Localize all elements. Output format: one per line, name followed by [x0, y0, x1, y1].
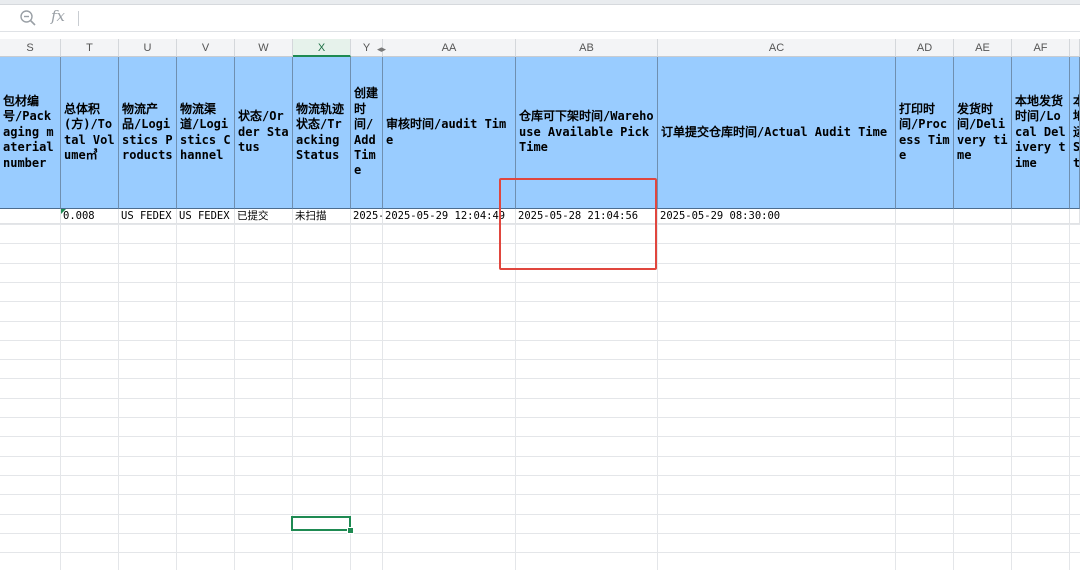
header-cell-text: 审核时间/audit Time: [386, 117, 507, 147]
column-header-ab[interactable]: AB: [516, 39, 658, 57]
header-cell[interactable]: 状态/Order Status: [235, 57, 293, 209]
header-cell-text: 打印时间/Process Time: [899, 101, 950, 162]
data-cell[interactable]: [954, 209, 1012, 224]
header-cell-text: 本地运/Sn t: [1073, 94, 1080, 170]
column-header-ac[interactable]: AC: [658, 39, 896, 57]
column-gridline: [234, 209, 235, 570]
column-gridline: [657, 209, 658, 570]
spreadsheet-grid[interactable]: S 包材编号/Packaging material number T 总体积(方)/T…: [0, 39, 1080, 570]
data-cell[interactable]: [1012, 209, 1070, 224]
column-header-af[interactable]: AF: [1012, 39, 1070, 57]
header-cell[interactable]: 物流轨迹状态/Tracking Status: [293, 57, 351, 209]
header-cell[interactable]: 审核时间/audit Time: [383, 57, 516, 209]
fill-handle[interactable]: [347, 527, 354, 534]
column-gridline: [953, 209, 954, 570]
header-cell[interactable]: 总体积(方)/Total Volume㎥: [61, 57, 119, 209]
header-cell-text: 物流渠道/Logistics Channel: [180, 101, 231, 162]
row-gridline: [0, 282, 1080, 283]
header-cell[interactable]: 发货时间/Delivery time: [954, 57, 1012, 209]
header-cell-text: 订单提交仓库时间/Actual Audit Time: [661, 124, 888, 139]
row-gridline: [0, 398, 1080, 399]
column-header-u[interactable]: U: [119, 39, 177, 57]
row-gridline: [0, 494, 1080, 495]
column-header-v[interactable]: V: [177, 39, 235, 57]
header-cell[interactable]: 打印时间/Process Time: [896, 57, 954, 209]
row-gridline: [0, 552, 1080, 553]
column-gridline: [382, 209, 383, 570]
data-cell[interactable]: 2025-05-29 12:04:49: [383, 209, 516, 224]
column-gridline: [1011, 209, 1012, 570]
data-cell[interactable]: 未扫描: [293, 209, 351, 224]
header-cell[interactable]: 本地运/Sn t: [1070, 57, 1080, 209]
header-cell[interactable]: 订单提交仓库时间/Actual Audit Time: [658, 57, 896, 209]
data-cell[interactable]: US FEDEX: [119, 209, 177, 224]
formula-bar: fx: [0, 5, 1080, 32]
column-header-w[interactable]: W: [235, 39, 293, 57]
row-gridline: [0, 301, 1080, 302]
header-cell-text: 物流轨迹状态/Tracking Status: [296, 101, 345, 162]
data-cell[interactable]: [896, 209, 954, 224]
column-header-aa[interactable]: AA: [383, 39, 516, 57]
column-gridline: [60, 209, 61, 570]
toolbar-gap: [0, 32, 1080, 39]
column-gridline: [895, 209, 896, 570]
row-gridline: [0, 475, 1080, 476]
header-cell-text: 物流产品/Logistics Products: [122, 101, 173, 162]
row-gridline: [0, 378, 1080, 379]
header-cell-text: 创建时间/Add Time: [354, 86, 379, 178]
data-cell[interactable]: [1070, 209, 1080, 224]
highlight-annotation-box: [499, 178, 657, 270]
data-cell[interactable]: 2025-05-29 08:30:00: [658, 209, 896, 224]
column-header-s[interactable]: S: [0, 39, 61, 57]
header-cell[interactable]: 本地发货时间/Local Delivery time: [1012, 57, 1070, 209]
column-header-next[interactable]: [1070, 39, 1080, 57]
header-cell[interactable]: 物流产品/Logistics Products: [119, 57, 177, 209]
header-cell[interactable]: 包材编号/Packaging material number: [0, 57, 61, 209]
data-cell[interactable]: [0, 209, 61, 224]
zoom-icon[interactable]: [19, 9, 37, 27]
header-cell-text: 总体积(方)/Total Volume㎥: [64, 101, 115, 162]
header-cell[interactable]: 物流渠道/Logistics Channel: [177, 57, 235, 209]
data-cell[interactable]: 已提交: [235, 209, 293, 224]
data-cell[interactable]: 2025-: [351, 209, 383, 224]
header-cell-text: 本地发货时间/Local Delivery time: [1015, 93, 1066, 170]
column-header-ad[interactable]: AD: [896, 39, 954, 57]
column-header-t[interactable]: T: [61, 39, 119, 57]
header-cell-text: 发货时间/Delivery time: [957, 101, 1008, 162]
row-gridline: [0, 436, 1080, 437]
formula-divider: [78, 11, 79, 26]
row-gridline: [0, 456, 1080, 457]
column-resize-handle[interactable]: ◂▸: [377, 45, 386, 55]
header-cell-text: 包材编号/Packaging material number: [3, 93, 54, 170]
row-gridline: [0, 340, 1080, 341]
row-gridline: [0, 514, 1080, 515]
column-header-x[interactable]: X: [293, 39, 351, 57]
row-gridline: [0, 359, 1080, 360]
header-cell[interactable]: 创建时间/Add Time: [351, 57, 383, 209]
header-cell-text: 状态/Order Status: [238, 109, 289, 155]
row-gridline: [0, 533, 1080, 534]
column-gridline: [1069, 209, 1070, 570]
data-cell[interactable]: US FEDEX 2: [177, 209, 235, 224]
column-header-ae[interactable]: AE: [954, 39, 1012, 57]
column-gridline: [176, 209, 177, 570]
active-cell-selection[interactable]: [291, 516, 351, 531]
cell-error-indicator: [61, 209, 66, 214]
row-gridline: [0, 321, 1080, 322]
column-gridline: [118, 209, 119, 570]
row-gridline: [0, 417, 1080, 418]
data-cell[interactable]: 0.008: [61, 209, 119, 224]
function-icon[interactable]: fx: [51, 7, 65, 25]
header-cell-text: 仓库可下架时间/Warehouse Available Pick Time: [519, 109, 654, 155]
